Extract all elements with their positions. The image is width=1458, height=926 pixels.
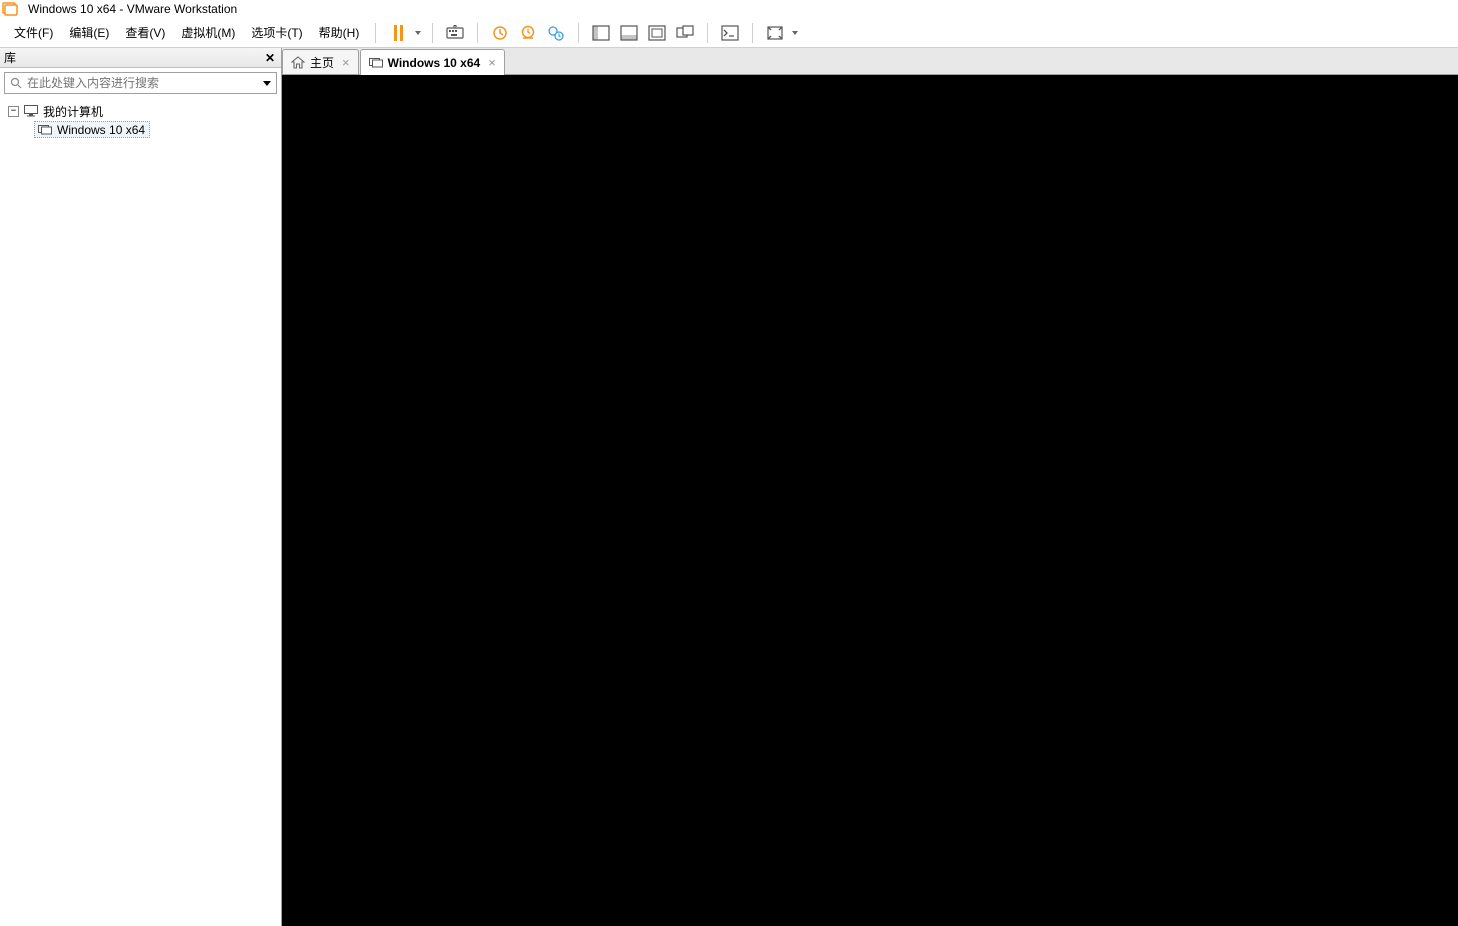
vm-display-area[interactable]: [282, 75, 1458, 926]
stretch-guest-button[interactable]: [643, 19, 671, 47]
menubar: 文件(F) 编辑(E) 查看(V) 虚拟机(M) 选项卡(T) 帮助(H): [0, 18, 1458, 48]
tab-close-button[interactable]: ×: [485, 55, 496, 70]
separator: [375, 23, 376, 43]
monitor-icon: [23, 104, 39, 118]
console-view-button[interactable]: [716, 19, 744, 47]
menu-view[interactable]: 查看(V): [117, 20, 173, 45]
search-dropdown-button[interactable]: [258, 81, 276, 86]
tree-root-label: 我的计算机: [43, 103, 103, 120]
send-keys-icon: [446, 25, 464, 41]
tab-home[interactable]: 主页 ×: [282, 49, 359, 74]
separator: [477, 23, 478, 43]
window-title: Windows 10 x64 - VMware Workstation: [28, 2, 237, 16]
content-area: 主页 × Windows 10 x64 ×: [282, 48, 1458, 926]
manage-snapshots-button[interactable]: [542, 19, 570, 47]
separator: [752, 23, 753, 43]
fullscreen-icon: [766, 25, 784, 41]
vm-tab-icon: [369, 56, 383, 70]
show-thumbnail-bar-button[interactable]: [615, 19, 643, 47]
snapshot-icon: [491, 25, 509, 41]
main-area: 库 ✕ − 我的计算机: [0, 48, 1458, 926]
send-ctrl-alt-del-button[interactable]: [441, 19, 469, 47]
menu-edit[interactable]: 编辑(E): [61, 20, 117, 45]
vm-icon: [37, 123, 53, 137]
menu-file[interactable]: 文件(F): [6, 20, 61, 45]
sidebar-title: 库: [4, 49, 16, 66]
vm-tree: − 我的计算机 Windows 10 x64: [0, 98, 281, 926]
home-icon: [291, 55, 305, 69]
revert-snapshot-button[interactable]: [514, 19, 542, 47]
revert-icon: [519, 25, 537, 41]
sidebar-layout-icon: [592, 25, 610, 41]
menu-vm[interactable]: 虚拟机(M): [173, 20, 243, 45]
fullscreen-dropdown[interactable]: [789, 19, 801, 47]
tree-children: Windows 10 x64: [2, 120, 279, 139]
unity-button[interactable]: [671, 19, 699, 47]
fullscreen-button[interactable]: [761, 19, 789, 47]
manage-snapshots-icon: [547, 25, 565, 41]
power-dropdown[interactable]: [412, 19, 424, 47]
separator: [707, 23, 708, 43]
tree-collapse-toggle[interactable]: −: [8, 106, 19, 117]
search-input[interactable]: [27, 76, 258, 90]
search-box[interactable]: [4, 72, 277, 94]
menu-tabs[interactable]: 选项卡(T): [243, 20, 310, 45]
search-icon: [5, 77, 27, 89]
tree-item-windows-10[interactable]: Windows 10 x64: [34, 121, 150, 138]
tree-item-label: Windows 10 x64: [57, 123, 145, 137]
unity-icon: [676, 25, 694, 41]
console-icon: [721, 25, 739, 41]
tab-bar: 主页 × Windows 10 x64 ×: [282, 48, 1458, 75]
tab-windows-10[interactable]: Windows 10 x64 ×: [360, 49, 505, 75]
tab-label: Windows 10 x64: [388, 56, 481, 70]
bottom-layout-icon: [620, 25, 638, 41]
library-sidebar: 库 ✕ − 我的计算机: [0, 48, 282, 926]
sidebar-close-button[interactable]: ✕: [263, 51, 277, 65]
snapshot-button[interactable]: [486, 19, 514, 47]
tab-close-button[interactable]: ×: [339, 55, 350, 70]
tree-root-my-computer[interactable]: − 我的计算机: [2, 102, 279, 120]
pause-button[interactable]: [384, 19, 412, 47]
show-sidebar-button[interactable]: [587, 19, 615, 47]
pause-icon: [394, 25, 403, 41]
menu-help[interactable]: 帮助(H): [311, 20, 368, 45]
search-container: [0, 68, 281, 98]
separator: [432, 23, 433, 43]
separator: [578, 23, 579, 43]
titlebar: Windows 10 x64 - VMware Workstation: [0, 0, 1458, 18]
app-icon: [2, 2, 18, 16]
tab-label: 主页: [310, 54, 334, 71]
stretch-icon: [648, 25, 666, 41]
sidebar-header: 库 ✕: [0, 48, 281, 68]
